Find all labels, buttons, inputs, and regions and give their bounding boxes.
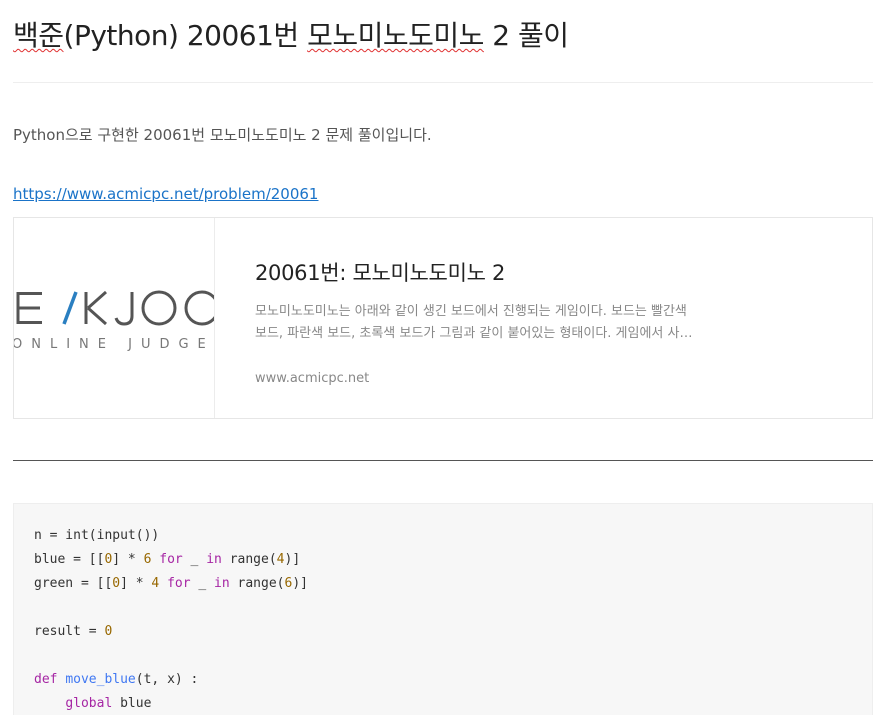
- code-line: n = int(input()): [34, 524, 308, 548]
- code-line: blue = [[0] * 6 for _ in range(4)]: [34, 548, 308, 572]
- code-token-kw: in: [214, 576, 230, 591]
- code-token: blue = [[: [34, 552, 105, 567]
- card-description-line: 보드, 파란색 보드, 초록색 보드가 그림과 같이 붙어있는 형태이다. 게임…: [255, 326, 693, 341]
- code-token-num: 4: [276, 552, 285, 567]
- logo-letter-k: [84, 290, 107, 326]
- baekjoon-logo: ONLINE JUDGE: [14, 290, 214, 352]
- post-title: 백준(Python) 20061번 모노미노도미노 2 풀이: [13, 16, 569, 56]
- code-token-kw: def: [34, 672, 58, 687]
- logo-letter-o1: [141, 290, 177, 326]
- code-token: n = int(input()): [34, 528, 160, 543]
- post-title-word-baekjoon: 백준: [13, 19, 64, 52]
- code-token-kw: in: [206, 552, 222, 567]
- code-line: global blue: [34, 692, 308, 715]
- code-block[interactable]: n = int(input()) blue = [[0] * 6 for _ in…: [13, 503, 873, 715]
- card-domain: www.acmicpc.net: [255, 371, 370, 386]
- code-token: )]: [292, 576, 308, 591]
- blog-post-page: 백준(Python) 20061번 모노미노도미노 2 풀이 Python으로 …: [0, 0, 884, 715]
- intro-text: Python으로 구현한 20061번 모노미노도미노 2 문제 풀이입니다.: [13, 126, 432, 144]
- card-description: 모노미노도미노는 아래와 같이 생긴 보드에서 진행되는 게임이다. 보드는 빨…: [255, 301, 725, 345]
- post-title-word-monomino: 모노미노도미노: [307, 19, 484, 52]
- code-line: result = 0: [34, 620, 308, 644]
- code-token-kw: global: [65, 696, 113, 711]
- code-token-num: 0: [112, 576, 121, 591]
- card-description-line: 모노미노도미노는 아래와 같이 생긴 보드에서 진행되는 게임이다. 보드는 빨…: [255, 304, 687, 319]
- code-token-kw: for: [159, 552, 183, 567]
- code-token-num: 0: [104, 624, 113, 639]
- code-token-kw: for: [167, 576, 191, 591]
- link-preview-card[interactable]: ONLINE JUDGE 20061번: 모노미노도미노 2 모노미노도미노는 …: [13, 217, 873, 419]
- code-token: blue: [112, 696, 152, 711]
- code-lines: n = int(input()) blue = [[0] * 6 for _ in…: [34, 524, 308, 715]
- logo-subtitle: ONLINE JUDGE: [14, 337, 214, 352]
- code-token: range(: [221, 552, 277, 567]
- title-divider: [13, 82, 873, 83]
- code-token: range(: [229, 576, 285, 591]
- code-line: def move_blue(t, x) :: [34, 668, 308, 692]
- code-token: )]: [284, 552, 301, 567]
- code-token: result =: [34, 624, 105, 639]
- code-token-fn: move_blue: [65, 672, 136, 687]
- logo-blue-slash: [62, 291, 78, 325]
- code-token: _: [190, 576, 215, 591]
- code-line: green = [[0] * 4 for _ in range(6)]: [34, 572, 308, 596]
- section-divider: [13, 460, 873, 461]
- post-title-middle: (Python) 20061번: [63, 19, 308, 52]
- post-title-suffix: 2 풀이: [483, 19, 569, 52]
- code-token: (t, x) :: [135, 672, 199, 687]
- code-token: ] *: [120, 576, 152, 591]
- code-token: _: [182, 552, 207, 567]
- logo-letter-j: [114, 292, 134, 326]
- logo-letter-o2: [184, 290, 214, 326]
- card-title: 20061번: 모노미노도미노 2: [255, 261, 506, 285]
- baekjoon-logo-thumbnail: ONLINE JUDGE: [14, 218, 215, 418]
- code-token: green = [[: [34, 576, 113, 591]
- logo-letter-e: [16, 292, 42, 324]
- problem-link[interactable]: https://www.acmicpc.net/problem/20061: [13, 182, 318, 206]
- code-token: ] *: [112, 552, 144, 567]
